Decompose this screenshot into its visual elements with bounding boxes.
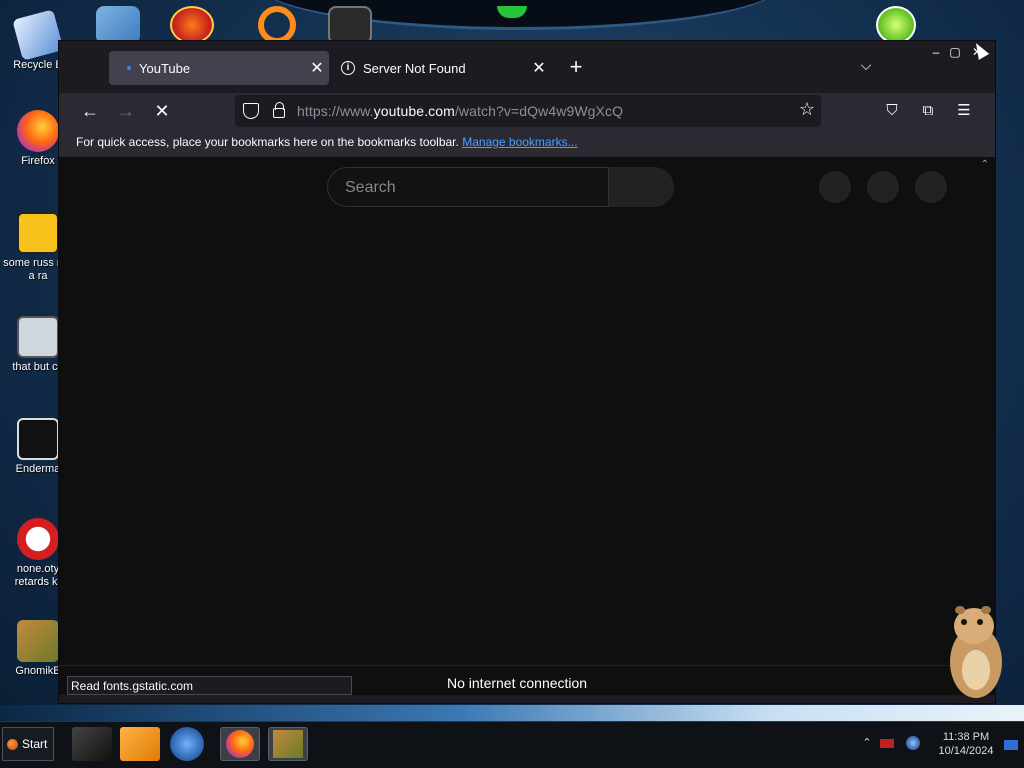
status-area: Read fonts.gstatic.com No internet conne… [59,665,995,695]
clock-time: 11:38 PM [942,731,990,743]
start-label: Start [22,737,48,751]
youtube-search-input[interactable]: Search [327,167,609,207]
dex-icon [17,212,59,254]
taskbar-terminal-icon[interactable] [72,727,112,761]
extensions-puzzle-icon[interactable]: ⧉ [917,101,939,121]
start-orb-icon [7,738,18,750]
address-bar[interactable]: https://www.youtube.com/watch?v=dQw4w9Wg… [235,95,821,127]
tab-server-not-found[interactable]: i Server Not Found ✕ [335,51,551,85]
hamburger-menu-icon[interactable]: ☰ [953,101,975,121]
wallpaper-streak [0,705,1024,721]
close-tab-icon[interactable]: ✕ [527,58,551,78]
lock-icon[interactable] [273,102,285,118]
clock-date: 10/14/2024 [938,745,994,757]
desktop-icon-orange-ring[interactable] [258,6,296,44]
pocket-icon[interactable]: ⛉ [881,101,903,121]
desktop-icon-mail[interactable] [96,6,140,44]
tray-network-globe-icon[interactable] [906,736,920,750]
taskbar-firefox-icon[interactable] [220,727,260,761]
hamster-mascot [950,606,1002,698]
bookmarks-hint-text: For quick access, place your bookmarks h… [76,135,459,149]
minimize-icon[interactable]: – [927,45,945,59]
placeholder-circle [915,171,947,203]
taskbar-media-player-icon[interactable] [120,727,160,761]
forward-button[interactable]: → [113,99,139,123]
tab-strip: YouTube ✕ i Server Not Found ✕ + ⌵ – ▢ ✕ [59,41,995,93]
loading-dot-icon [127,66,131,70]
firefox-icon [17,110,59,152]
tray-expand-icon[interactable]: ⌃ [860,736,874,750]
taskbar: Start ⌃ 11:38 PM 10/14/2024 [0,721,1024,768]
tab-label: Server Not Found [363,60,466,76]
system-clock[interactable]: 11:38 PM 10/14/2024 [922,730,1010,758]
stop-loading-button[interactable]: ✕ [149,99,175,123]
bookmark-star-icon[interactable]: ☆ [799,99,815,120]
desktop-icon-lime[interactable] [876,6,916,44]
back-button[interactable]: ← [77,99,103,123]
info-icon: i [341,61,355,75]
close-tab-icon[interactable]: ✕ [305,58,329,78]
hamster-box-icon [273,730,303,758]
firefox-icon [226,730,254,758]
desktop-icon-p-app[interactable] [170,6,214,44]
youtube-search-button[interactable] [609,167,674,207]
tab-youtube[interactable]: YouTube ✕ [109,51,329,85]
page-content: Search ⌃ [59,157,995,665]
no-connection-message: No internet connection [447,675,588,691]
bookmarks-toolbar: For quick access, place your bookmarks h… [59,129,995,157]
desktop-icon-camera[interactable] [328,6,372,44]
navigation-toolbar: ← → ✕ https://www.youtube.com/watch?v=dQ… [59,93,995,129]
document-list-icon [17,418,59,460]
placeholder-circle [819,171,851,203]
url-text[interactable]: https://www.youtube.com/watch?v=dQw4w9Wg… [297,103,623,119]
recycle-bin-icon [12,9,64,61]
start-button[interactable]: Start [2,727,54,761]
loading-status: Read fonts.gstatic.com [67,676,352,695]
tracking-protection-shield-icon[interactable] [243,103,259,119]
taskbar-globe-icon[interactable] [170,727,204,761]
new-tab-button[interactable]: + [565,55,587,81]
stacked-windows-icon [17,316,59,358]
red-dinosaur-icon [17,518,59,560]
scroll-up-arrow-icon[interactable]: ⌃ [981,159,989,170]
manage-bookmarks-link[interactable]: Manage bookmarks... [462,135,577,149]
tray-red-app-icon[interactable] [880,739,894,748]
list-all-tabs-chevron-icon[interactable]: ⌵ [855,57,877,79]
tab-label: YouTube [139,60,191,76]
hamster-box-icon [17,620,59,662]
placeholder-circle [867,171,899,203]
taskbar-hamster-box-icon[interactable] [268,727,308,761]
browser-window: YouTube ✕ i Server Not Found ✕ + ⌵ – ▢ ✕… [58,40,996,704]
maximize-icon[interactable]: ▢ [946,45,964,59]
notification-icon[interactable] [1004,740,1018,750]
